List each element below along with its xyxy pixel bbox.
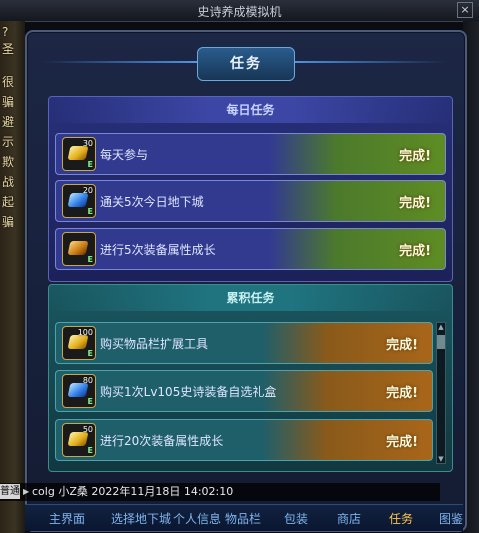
daily-quests-header: 每日任务: [49, 97, 452, 123]
cumulative-task-row[interactable]: 80 E 购买1次Lv105史诗装备自选礼盒 完成!: [55, 370, 433, 412]
task-label: 每天参与: [100, 148, 149, 162]
nav-item-inventory[interactable]: 物品栏: [225, 510, 261, 527]
strip-char: 避: [2, 115, 15, 129]
gold-gem-icon: 50 E: [62, 423, 96, 457]
chat-message: colg 小Z桑 2022年11月18日 14:02:10: [32, 485, 234, 498]
bottom-nav: 主界面 选择地下城 个人信息 物品栏 包装 商店 任务 图鉴: [25, 504, 463, 531]
blue-gem-icon: 80 E: [62, 374, 96, 408]
close-button[interactable]: ×: [457, 2, 473, 18]
nav-item-profile[interactable]: 个人信息: [173, 510, 221, 527]
cumulative-quests-header: 累积任务: [49, 285, 452, 311]
strip-char: 起: [2, 195, 15, 209]
strip-char: 很: [2, 75, 15, 89]
nav-item-quests[interactable]: 任务: [389, 510, 413, 527]
nav-item-dungeon[interactable]: 选择地下城: [111, 510, 171, 527]
scroll-down-icon[interactable]: ▼: [437, 455, 445, 463]
blue-gem-icon: 20 E: [62, 184, 96, 218]
task-status: 完成!: [386, 338, 418, 353]
strip-char: 圣: [2, 42, 15, 56]
chat-channel-badge[interactable]: 普通: [0, 484, 20, 499]
cumulative-task-row[interactable]: 100 E 购买物品栏扩展工具 完成!: [55, 322, 433, 364]
nav-item-pack[interactable]: 包装: [284, 510, 308, 527]
nav-item-shop[interactable]: 商店: [337, 510, 361, 527]
scroll-up-icon[interactable]: ▲: [437, 323, 445, 331]
task-label: 通关5次今日地下城: [100, 195, 204, 209]
strip-char: 欺: [2, 155, 15, 169]
strip-char: 战: [2, 175, 15, 189]
gold-gem-icon: 100 E: [62, 326, 96, 360]
task-status: 完成!: [399, 196, 431, 211]
daily-task-row[interactable]: E 进行5次装备属性成长 完成!: [55, 228, 446, 270]
strip-char: 骗: [2, 95, 15, 109]
chat-arrow-icon: ▶: [23, 487, 30, 496]
task-status: 完成!: [399, 244, 431, 259]
task-status: 完成!: [399, 149, 431, 164]
reward-amount: 30: [82, 139, 93, 148]
cumulative-scrollbar[interactable]: ▲ ▼: [436, 322, 446, 464]
strip-char: 示: [2, 135, 15, 149]
panel-title: 任务: [197, 47, 295, 81]
task-status: 完成!: [386, 386, 418, 401]
window-title: 史诗养成模拟机: [197, 5, 282, 19]
task-label: 购买1次Lv105史诗装备自选礼盒: [100, 385, 277, 399]
cumulative-task-row[interactable]: 50 E 进行20次装备属性成长 完成!: [55, 419, 433, 461]
nav-item-codex[interactable]: 图鉴: [439, 510, 463, 527]
window-title-bar: 史诗养成模拟机 ×: [0, 0, 479, 22]
gold-fist-icon: E: [62, 232, 96, 266]
daily-task-row[interactable]: 30 E 每天参与 完成!: [55, 133, 446, 175]
reward-amount: 20: [82, 186, 93, 195]
task-label: 进行5次装备属性成长: [100, 243, 216, 257]
task-label: 进行20次装备属性成长: [100, 434, 224, 448]
nav-item-main[interactable]: 主界面: [49, 510, 85, 527]
panel-header: 任务: [25, 33, 463, 95]
strip-char: ?: [2, 25, 9, 39]
scrollbar-thumb[interactable]: [437, 335, 445, 349]
strip-char: 骗: [2, 215, 15, 229]
background-chat-strip: ? 圣 很 骗 避 示 欺 战 起 骗: [0, 21, 25, 533]
daily-task-row[interactable]: 20 E 通关5次今日地下城 完成!: [55, 180, 446, 222]
reward-amount: 80: [82, 376, 93, 385]
gold-gem-icon: 30 E: [62, 137, 96, 171]
reward-amount: 50: [82, 425, 93, 434]
task-label: 购买物品栏扩展工具: [100, 337, 209, 351]
chat-line: 普通 ▶ colg 小Z桑 2022年11月18日 14:02:10: [0, 483, 440, 501]
task-status: 完成!: [386, 435, 418, 450]
reward-amount: 100: [77, 328, 93, 337]
